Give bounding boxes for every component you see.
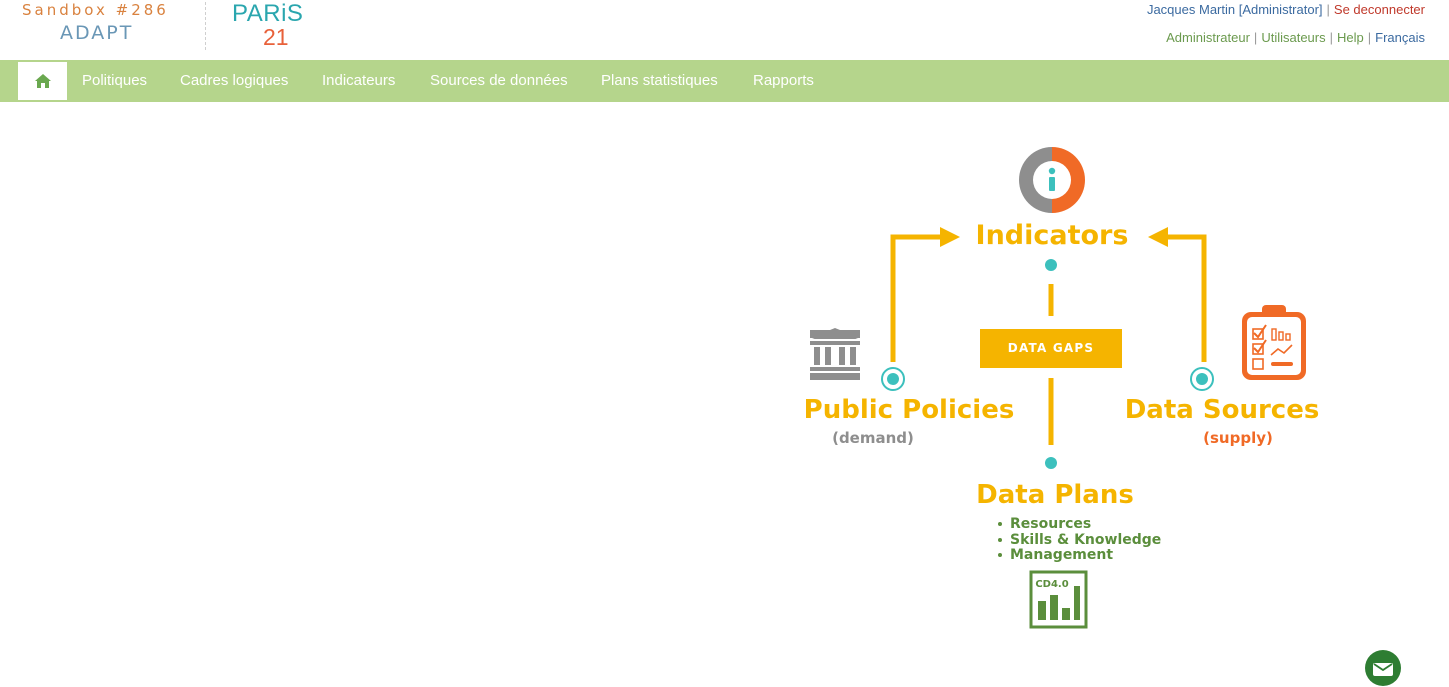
language-link[interactable]: Français — [1375, 30, 1425, 45]
data-plans-item: Resources — [1010, 516, 1091, 532]
adapt-diagram: Indicators DATA GAPS Public Policies (de… — [800, 140, 1340, 640]
main-navbar: Politiques Cadres logiques Indicateurs S… — [0, 60, 1449, 102]
cd40-label: CD4.0 — [1035, 579, 1068, 590]
cd40-chart-icon: CD4.0 — [1029, 570, 1088, 629]
nav-politiques[interactable]: Politiques — [82, 72, 147, 89]
node-dot-left — [881, 367, 905, 391]
clipboard-chart-icon — [1242, 305, 1306, 380]
user-line: Jacques Martin [Administrator] | Se deconn… — [1146, 2, 1425, 17]
data-plans-label: Data Plans — [976, 480, 1134, 510]
brand-divider — [205, 2, 206, 50]
envelope-icon — [1373, 662, 1393, 676]
nav-sources-de-donnees[interactable]: Sources de données — [430, 72, 568, 89]
info-icon — [1019, 147, 1085, 213]
utilisateurs-link[interactable]: Utilisateurs — [1261, 30, 1325, 45]
data-sources-label: Data Sources — [1125, 395, 1320, 425]
data-gaps-label: DATA GAPS — [1008, 341, 1094, 355]
chat-button[interactable] — [1365, 650, 1401, 686]
nav-indicateurs[interactable]: Indicateurs — [322, 72, 395, 89]
administrateur-link[interactable]: Administrateur — [1166, 30, 1250, 45]
nav-cadres-logiques[interactable]: Cadres logiques — [180, 72, 288, 89]
help-link[interactable]: Help — [1337, 30, 1364, 45]
home-icon — [34, 74, 51, 88]
data-plans-list: Resources Skills & Knowledge Management — [998, 516, 1161, 563]
left-arrow — [890, 227, 960, 362]
home-button[interactable] — [18, 62, 67, 100]
government-building-icon — [810, 328, 860, 380]
diagram-canvas: Indicators DATA GAPS Public Policies (de… — [804, 147, 1320, 629]
data-sources-sub: (supply) — [1203, 429, 1273, 447]
data-plans-item: Management — [1010, 547, 1113, 563]
indicators-label: Indicators — [976, 220, 1129, 251]
nav-rapports[interactable]: Rapports — [753, 72, 814, 89]
right-arrow — [1148, 227, 1207, 362]
node-dot-top — [1045, 259, 1057, 271]
header: Sandbox #286 ADAPT PARiS 21 Jacques Mart… — [0, 0, 1449, 60]
paris21-logo-bottom: 21 — [263, 24, 289, 50]
admin-links: Administrateur | Utilisateurs | Help | Françai… — [1166, 30, 1425, 45]
node-dot-right — [1190, 367, 1214, 391]
public-policies-sub: (demand) — [832, 429, 914, 447]
node-dot-bottom — [1045, 457, 1057, 469]
app-name[interactable]: ADAPT — [60, 22, 133, 44]
data-plans-item: Skills & Knowledge — [1010, 532, 1161, 548]
nav-plans-statistiques[interactable]: Plans statistiques — [601, 72, 718, 89]
public-policies-label: Public Policies — [804, 395, 1015, 425]
logout-link[interactable]: Se deconnecter — [1334, 2, 1425, 17]
user-name-link[interactable]: Jacques Martin [Administrator] — [1147, 2, 1323, 17]
paris21-logo: PARiS 21 — [230, 0, 310, 52]
sandbox-label: Sandbox #286 — [22, 1, 169, 19]
